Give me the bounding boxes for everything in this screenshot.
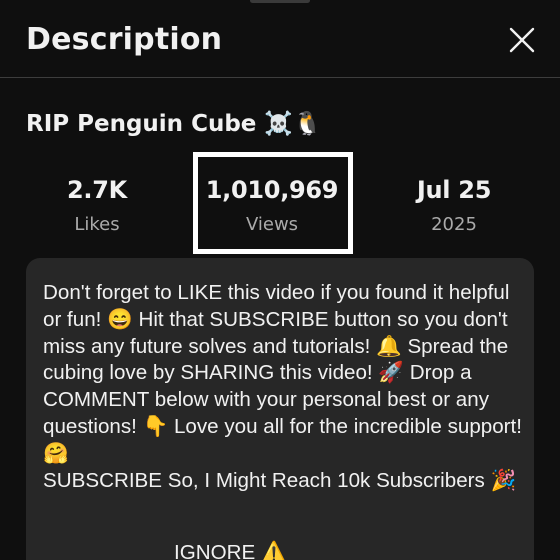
video-title: RIP Penguin Cube ☠️🐧 — [26, 111, 322, 137]
likes-count: 2.7K — [67, 176, 127, 204]
views-highlight-box — [193, 152, 353, 254]
description-card[interactable]: Don't forget to LIKE this video if you f… — [26, 258, 534, 560]
panel-title: Description — [26, 22, 223, 57]
description-text: Don't forget to LIKE this video if you f… — [43, 281, 522, 492]
upload-date-stat: Jul 25 2025 — [374, 150, 534, 250]
upload-year: 2025 — [431, 214, 477, 235]
likes-stat: 2.7K Likes — [17, 150, 177, 250]
upload-date: Jul 25 — [416, 176, 492, 204]
close-icon — [509, 27, 535, 53]
panel-header: Description — [0, 0, 560, 78]
close-button[interactable] — [504, 22, 540, 58]
likes-label: Likes — [74, 214, 120, 235]
header-divider — [0, 77, 560, 78]
description-ignore-line: IGNORE ⚠️ — [174, 541, 287, 560]
